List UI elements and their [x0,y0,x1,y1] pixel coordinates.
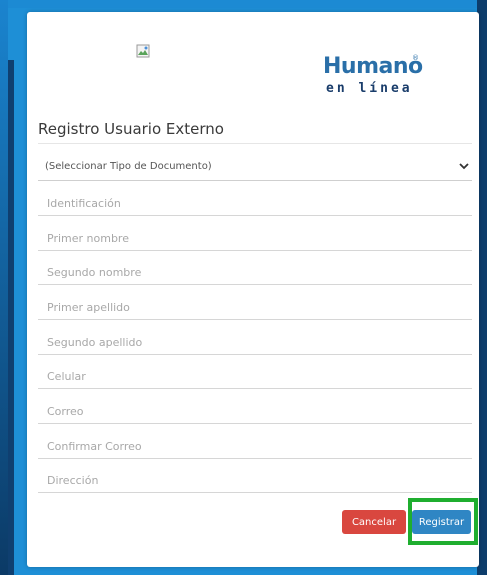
register-button-highlight [408,498,478,545]
correo-input[interactable] [38,399,472,423]
background-left-shadow [8,60,14,575]
segundo-nombre-field [38,260,472,285]
registration-modal: Humano ® en línea Registro Usuario Exter… [27,12,479,567]
celular-input[interactable] [38,364,472,388]
celular-field [38,364,472,389]
logo-sub-text: en línea [326,81,413,96]
identificacion-field [38,191,472,216]
primer-nombre-field [38,226,472,251]
segundo-nombre-input[interactable] [38,260,472,284]
logo-registered-mark: ® [412,54,419,62]
primer-apellido-field [38,295,472,320]
form-title: Registro Usuario Externo [38,120,224,138]
background-top [0,0,487,8]
humano-logo: Humano ® en línea [323,54,423,102]
segundo-apellido-input[interactable] [38,330,472,354]
correo-field [38,399,472,424]
identificacion-input[interactable] [38,191,472,215]
title-divider [38,143,472,144]
primer-apellido-input[interactable] [38,295,472,319]
background-left-edge [0,0,8,575]
confirmar-correo-field [38,434,472,459]
broken-image-icon [136,44,150,58]
cancel-button[interactable]: Cancelar [342,510,406,534]
segundo-apellido-field [38,330,472,355]
direccion-field [38,468,472,493]
chevron-down-icon [459,163,469,170]
logo-main-text: Humano [323,54,423,79]
direccion-input[interactable] [38,468,472,492]
primer-nombre-input[interactable] [38,226,472,250]
confirmar-correo-input[interactable] [38,434,472,458]
document-type-select-value: (Seleccionar Tipo de Documento) [45,161,212,172]
document-type-select[interactable]: (Seleccionar Tipo de Documento) [38,156,472,181]
